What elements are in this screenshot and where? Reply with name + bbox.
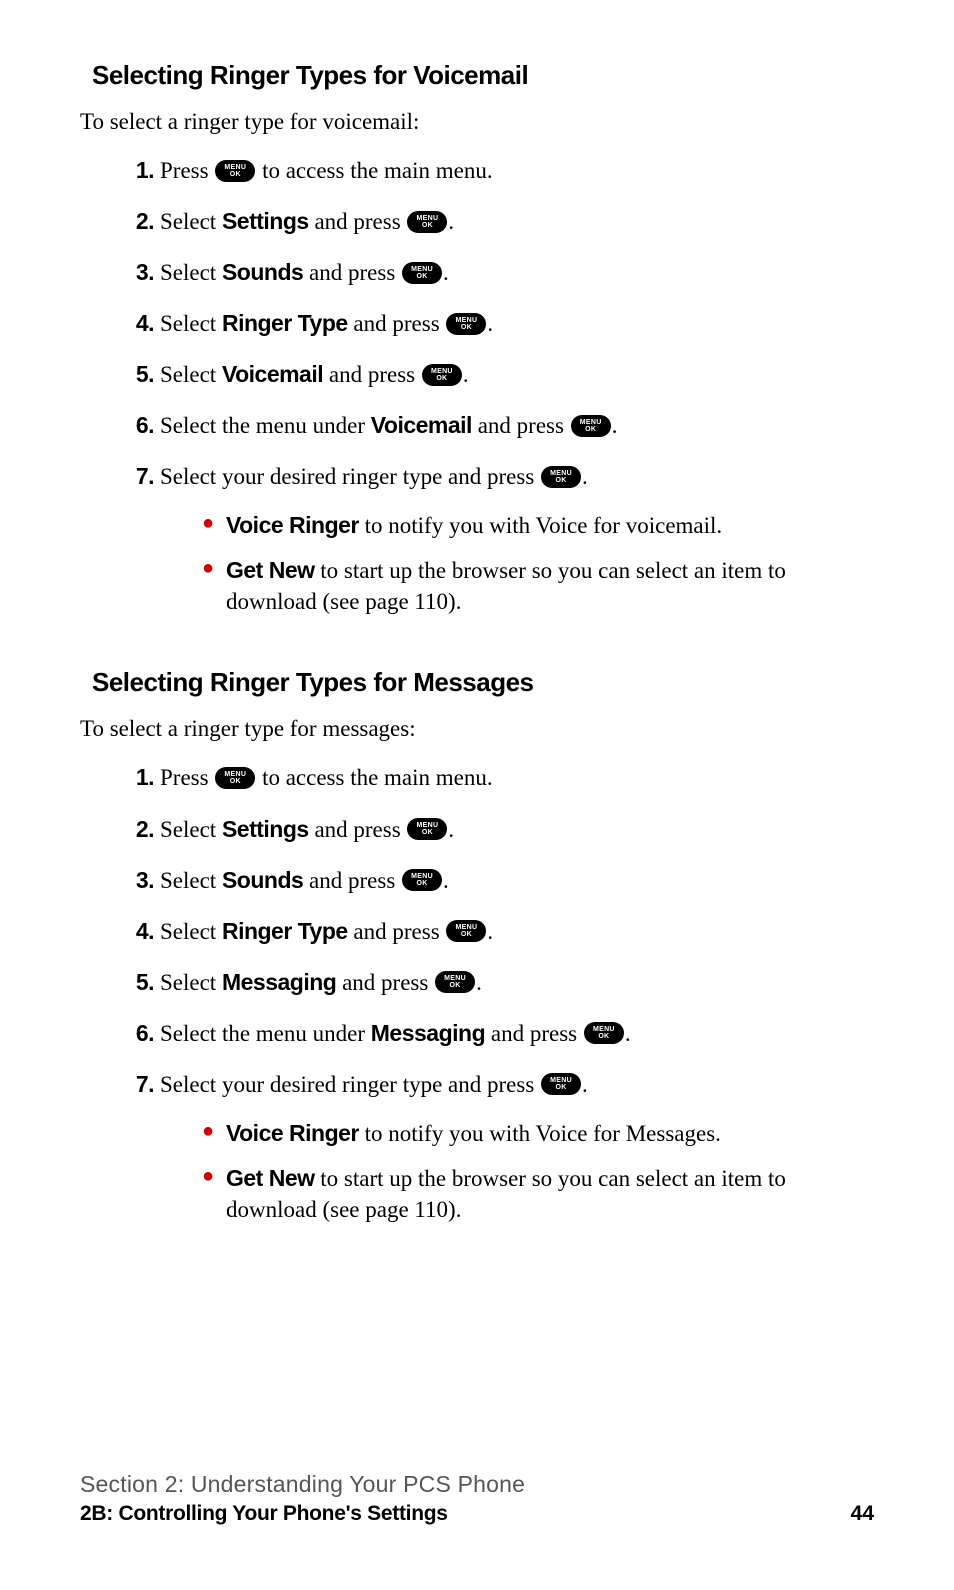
step: 2.Select Settings and press MENUOK. (124, 206, 874, 237)
section-intro: To select a ringer type for voicemail: (80, 109, 874, 135)
sub-keyword: Voice Ringer (226, 1120, 359, 1146)
step-body: Select Ringer Type and press MENUOK. (160, 916, 874, 947)
sub-item: ●Get New to start up the browser so you … (202, 1163, 874, 1225)
sub-keyword: Voice Ringer (226, 512, 359, 538)
step: 5.Select Voicemail and press MENUOK. (124, 359, 874, 390)
sub-list: ●Voice Ringer to notify you with Voice f… (202, 1118, 874, 1225)
menu-ok-button-icon: MENUOK (407, 818, 447, 840)
step-keyword: Ringer Type (222, 918, 348, 944)
step-body: Select the menu under Messaging and pres… (160, 1018, 874, 1049)
menu-ok-button-icon: MENUOK (435, 971, 475, 993)
bullet-icon: ● (202, 1163, 226, 1225)
step-number: 2. (124, 206, 154, 237)
step-keyword: Ringer Type (222, 310, 348, 336)
step-body: Select Messaging and press MENUOK. (160, 967, 874, 998)
step-keyword: Sounds (222, 867, 303, 893)
page-footer: Section 2: Understanding Your PCS Phone … (80, 1471, 874, 1526)
bullet-icon: ● (202, 1118, 226, 1149)
step-number: 6. (124, 1018, 154, 1049)
step-number: 3. (124, 865, 154, 896)
sub-keyword: Get New (226, 1165, 315, 1191)
bullet-icon: ● (202, 510, 226, 541)
step-body: Select the menu under Voicemail and pres… (160, 410, 874, 441)
step-body: Select Voicemail and press MENUOK. (160, 359, 874, 390)
sub-body: Voice Ringer to notify you with Voice fo… (226, 510, 874, 541)
step-body: Press MENUOK to access the main menu. (160, 762, 874, 793)
sub-list: ●Voice Ringer to notify you with Voice f… (202, 510, 874, 617)
page-content: Selecting Ringer Types for Voicemail To s… (80, 60, 874, 1239)
step-body: Select Sounds and press MENUOK. (160, 257, 874, 288)
step-number: 7. (124, 461, 154, 631)
menu-ok-button-icon: MENUOK (541, 1073, 581, 1095)
step: 4.Select Ringer Type and press MENUOK. (124, 916, 874, 947)
section-intro: To select a ringer type for messages: (80, 716, 874, 742)
bullet-icon: ● (202, 555, 226, 617)
step: 2.Select Settings and press MENUOK. (124, 814, 874, 845)
page-number: 44 (851, 1502, 874, 1526)
step-list: 1.Press MENUOK to access the main menu.2… (124, 155, 874, 631)
step: 3.Select Sounds and press MENUOK. (124, 257, 874, 288)
menu-ok-button-icon: MENUOK (584, 1022, 624, 1044)
step-number: 4. (124, 916, 154, 947)
sub-item: ●Get New to start up the browser so you … (202, 555, 874, 617)
menu-ok-button-icon: MENUOK (402, 262, 442, 284)
menu-ok-button-icon: MENUOK (446, 313, 486, 335)
step: 1.Press MENUOK to access the main menu. (124, 762, 874, 793)
step: 6.Select the menu under Messaging and pr… (124, 1018, 874, 1049)
section: Selecting Ringer Types for Voicemail To s… (80, 60, 874, 631)
step-body: Select Ringer Type and press MENUOK. (160, 308, 874, 339)
step-keyword: Voicemail (371, 412, 472, 438)
step-body: Select Settings and press MENUOK. (160, 206, 874, 237)
menu-ok-button-icon: MENUOK (541, 466, 581, 488)
step-keyword: Messaging (371, 1020, 485, 1046)
sub-keyword: Get New (226, 557, 315, 583)
sub-body: Get New to start up the browser so you c… (226, 1163, 874, 1225)
step-number: 5. (124, 967, 154, 998)
step-keyword: Settings (222, 208, 309, 234)
sub-body: Voice Ringer to notify you with Voice fo… (226, 1118, 874, 1149)
step-keyword: Messaging (222, 969, 336, 995)
step: 7.Select your desired ringer type and pr… (124, 1069, 874, 1239)
step: 4.Select Ringer Type and press MENUOK. (124, 308, 874, 339)
step: 1.Press MENUOK to access the main menu. (124, 155, 874, 186)
sub-item: ●Voice Ringer to notify you with Voice f… (202, 1118, 874, 1149)
sub-body: Get New to start up the browser so you c… (226, 555, 874, 617)
sub-item: ●Voice Ringer to notify you with Voice f… (202, 510, 874, 541)
step-number: 1. (124, 762, 154, 793)
section-heading: Selecting Ringer Types for Messages (92, 667, 874, 698)
step-number: 2. (124, 814, 154, 845)
menu-ok-button-icon: MENUOK (571, 415, 611, 437)
step: 6.Select the menu under Voicemail and pr… (124, 410, 874, 441)
step-body: Select your desired ringer type and pres… (160, 1069, 874, 1239)
step-keyword: Settings (222, 816, 309, 842)
step-keyword: Sounds (222, 259, 303, 285)
section: Selecting Ringer Types for Messages To se… (80, 667, 874, 1238)
menu-ok-button-icon: MENUOK (215, 767, 255, 789)
step-list: 1.Press MENUOK to access the main menu.2… (124, 762, 874, 1238)
step: 7.Select your desired ringer type and pr… (124, 461, 874, 631)
menu-ok-button-icon: MENUOK (215, 160, 255, 182)
step: 5.Select Messaging and press MENUOK. (124, 967, 874, 998)
step-number: 4. (124, 308, 154, 339)
step-number: 3. (124, 257, 154, 288)
menu-ok-button-icon: MENUOK (407, 211, 447, 233)
step-body: Select Sounds and press MENUOK. (160, 865, 874, 896)
step-number: 6. (124, 410, 154, 441)
step: 3.Select Sounds and press MENUOK. (124, 865, 874, 896)
step-number: 7. (124, 1069, 154, 1239)
step-body: Select your desired ringer type and pres… (160, 461, 874, 631)
step-number: 1. (124, 155, 154, 186)
footer-section-title: Section 2: Understanding Your PCS Phone (80, 1471, 874, 1498)
footer-subsection-title: 2B: Controlling Your Phone's Settings (80, 1502, 448, 1526)
step-body: Press MENUOK to access the main menu. (160, 155, 874, 186)
step-number: 5. (124, 359, 154, 390)
menu-ok-button-icon: MENUOK (446, 920, 486, 942)
menu-ok-button-icon: MENUOK (422, 364, 462, 386)
step-keyword: Voicemail (222, 361, 323, 387)
step-body: Select Settings and press MENUOK. (160, 814, 874, 845)
section-heading: Selecting Ringer Types for Voicemail (92, 60, 874, 91)
menu-ok-button-icon: MENUOK (402, 869, 442, 891)
